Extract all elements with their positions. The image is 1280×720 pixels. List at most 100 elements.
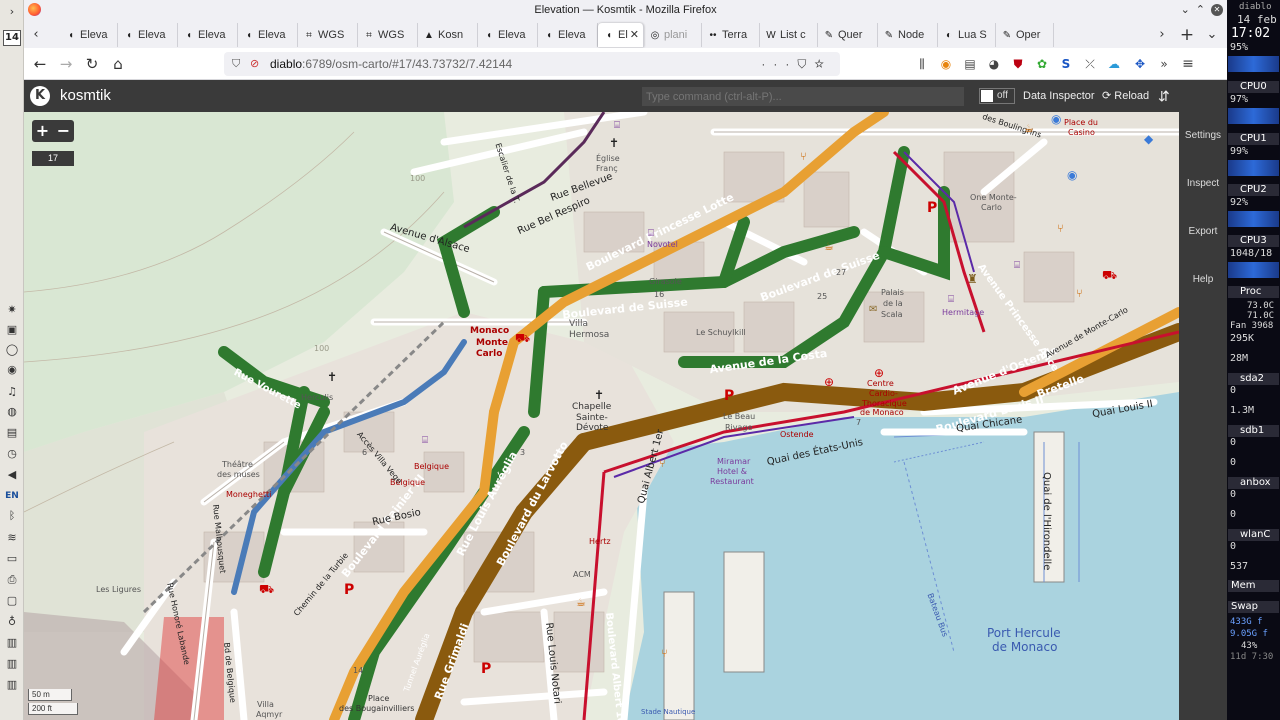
disk-icon[interactable]: ▥	[4, 635, 20, 651]
settings-tab[interactable]: Settings	[1179, 130, 1227, 141]
bookmark-star-icon[interactable]: ☆	[814, 57, 832, 71]
map-label: des Bougainvilliers	[339, 704, 415, 713]
tab[interactable]: •• Terra	[702, 23, 760, 47]
export-tab[interactable]: Export	[1179, 226, 1227, 237]
tab[interactable]: ◖ Eleva	[538, 23, 598, 47]
tab[interactable]: ◖ El ✕	[598, 23, 644, 47]
tab-label: El	[618, 29, 628, 41]
clock: 17:02	[1231, 26, 1271, 41]
extension-s-icon[interactable]: S	[1058, 56, 1074, 72]
library-icon[interactable]: ⫼	[914, 56, 930, 72]
disk3-icon[interactable]: ▥	[4, 677, 20, 693]
account-icon[interactable]: ◕	[986, 56, 1002, 72]
extension-1-icon[interactable]: ◉	[938, 56, 954, 72]
bell-icon[interactable]: ♫	[4, 384, 20, 400]
workspace-indicator[interactable]: 14	[3, 30, 21, 46]
statue-icon: ♜	[967, 272, 978, 286]
disk2-icon[interactable]: ▥	[4, 656, 20, 672]
page-actions-icon[interactable]: ···	[761, 57, 797, 71]
scale-bar-metric: 50 m	[28, 689, 72, 701]
extension-2-icon[interactable]: ✿	[1034, 56, 1050, 72]
close-icon[interactable]: ✕	[1211, 4, 1223, 17]
reload-button[interactable]: ⟳ Reload	[1102, 80, 1149, 112]
forward-icon[interactable]: →	[54, 52, 78, 76]
tab[interactable]: ⌗ WGS	[298, 23, 358, 47]
reload-icon[interactable]: ↻	[80, 52, 104, 76]
tab[interactable]: ◖ Eleva	[178, 23, 238, 47]
extensions-icon[interactable]: ✥	[1132, 56, 1148, 72]
tab-favicon-icon: ✎	[824, 30, 834, 41]
tab[interactable]: W List c	[760, 23, 818, 47]
bug-icon[interactable]: ✷	[4, 302, 20, 318]
new-tab-icon[interactable]: +	[1177, 23, 1197, 47]
maximize-icon[interactable]: ⌃	[1196, 0, 1211, 20]
tab[interactable]: ◐ Lua S	[938, 23, 996, 47]
back-icon[interactable]: ←	[28, 52, 52, 76]
zoom-control: + −	[32, 120, 74, 142]
bulb-icon[interactable]: ♁	[4, 614, 20, 630]
uptime: 11d 7:30	[1230, 652, 1274, 662]
ublock-icon[interactable]: ⛊	[1010, 56, 1026, 72]
tab[interactable]: ✎ Node	[878, 23, 938, 47]
flag-icon[interactable]: ▤	[4, 425, 20, 441]
display-icon[interactable]: ▢	[4, 593, 20, 609]
extension-3-icon[interactable]: ⤫	[1082, 56, 1098, 72]
image-icon[interactable]: ▣	[4, 322, 20, 338]
zoom-out-button[interactable]: −	[53, 120, 74, 142]
tab-close-icon[interactable]: ✕	[630, 23, 639, 47]
keyboard-layout[interactable]: EN	[2, 490, 22, 502]
autoreload-toggle[interactable]: off	[979, 88, 1015, 104]
wifi-icon[interactable]: ≋	[4, 530, 20, 546]
tab[interactable]: ▲ Kosn	[418, 23, 478, 47]
map-canvas[interactable]: Boulevard Princesse Lotte Boulevard de S…	[24, 112, 1179, 720]
printer-icon[interactable]: ⎙	[4, 572, 20, 588]
fullscreen-icon[interactable]: ⇵	[1158, 80, 1170, 112]
pocket-icon[interactable]: ⛉	[797, 57, 814, 71]
globe-icon[interactable]: ◍	[4, 404, 20, 420]
circle-icon[interactable]: ◯	[4, 342, 20, 358]
date: 14 feb	[1237, 13, 1277, 26]
help-tab[interactable]: Help	[1179, 274, 1227, 285]
tab-scroll-left-icon[interactable]: ‹	[26, 23, 46, 47]
zoom-in-button[interactable]: +	[32, 120, 53, 142]
insecure-lock-icon[interactable]: ⊘	[250, 52, 259, 76]
overflow-icon[interactable]: »	[1156, 56, 1172, 72]
tracking-shield-icon[interactable]: ⛉	[232, 52, 240, 76]
command-input[interactable]	[642, 87, 964, 106]
cpu2-graph	[1228, 211, 1279, 227]
bluetooth-icon[interactable]: ᛒ	[4, 508, 20, 524]
tab[interactable]: ⌗ WGS	[358, 23, 418, 47]
map-label: Hertz	[589, 537, 611, 546]
cloud-icon[interactable]: ☁	[1106, 56, 1122, 72]
map-label: Stade Nautique	[641, 708, 696, 716]
tab[interactable]: ◖ Eleva	[478, 23, 538, 47]
inspect-tab[interactable]: Inspect	[1179, 178, 1227, 189]
chevron-icon[interactable]: ›	[4, 4, 20, 20]
tab-label: List c	[780, 29, 806, 41]
clock-icon[interactable]: ◷	[4, 446, 20, 462]
tab-scroll-right-icon[interactable]: ›	[1152, 23, 1172, 47]
menu-icon[interactable]: ≡	[1180, 56, 1196, 72]
tab[interactable]: ◖ Eleva	[118, 23, 178, 47]
map-label: 100	[410, 174, 426, 183]
volume-icon[interactable]: ◀	[4, 467, 20, 483]
sidebar-icon[interactable]: ▤	[962, 56, 978, 72]
map-label: Thoracique	[862, 399, 907, 408]
minimize-icon[interactable]: ⌄	[1181, 0, 1196, 20]
map-label: One Monte-	[970, 193, 1017, 202]
data-inspector-button[interactable]: Data Inspector	[1023, 80, 1095, 112]
tab[interactable]: ◖ Eleva	[238, 23, 298, 47]
tab[interactable]: ◎ plani	[644, 23, 702, 47]
battery-icon[interactable]: ▭	[4, 551, 20, 567]
home-icon[interactable]: ⌂	[106, 52, 130, 76]
tab[interactable]: ✎ Quer	[818, 23, 878, 47]
parking-icon: P	[927, 200, 938, 216]
url-bar[interactable]: ⛉ ⊘ diablo:6789/osm-carto/#17/43.73732/7…	[224, 52, 840, 76]
tab[interactable]: ✎ Oper	[996, 23, 1054, 47]
tab[interactable]: ◖ Eleva	[60, 23, 118, 47]
app-icon[interactable]: ◉	[4, 362, 20, 378]
navigation-toolbar: ← → ↻ ⌂ ⛉ ⊘ diablo:6789/osm-carto/#17/43…	[24, 48, 1227, 80]
cpu1-graph	[1228, 160, 1279, 176]
tab-list-icon[interactable]: ⌄	[1202, 23, 1222, 47]
kosmtik-title: kosmtik	[60, 87, 111, 104]
